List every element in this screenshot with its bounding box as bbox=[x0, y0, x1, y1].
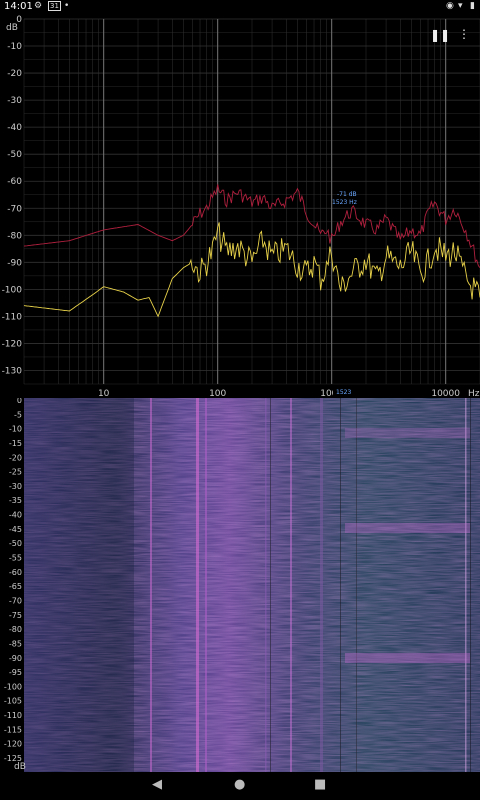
x-tick-label: 10000 bbox=[431, 389, 460, 398]
spectrogram-low-region bbox=[24, 398, 134, 772]
spectrogram-y-tick-label: -120 bbox=[4, 740, 22, 749]
back-triangle-icon[interactable]: ◀ bbox=[152, 778, 162, 792]
x-tick-label: 10 bbox=[98, 389, 110, 398]
more-vert-icon[interactable]: ⋮ bbox=[458, 27, 470, 41]
spectrogram-y-tick-label: -75 bbox=[9, 611, 22, 620]
navigation-bar: ◀ ● ■ bbox=[0, 772, 480, 800]
spectrogram-y-tick-label: -10 bbox=[9, 425, 22, 434]
spectrogram-y-tick-label: 0 bbox=[17, 398, 22, 405]
y-tick-label: -100 bbox=[2, 285, 23, 295]
spectrogram-y-tick-label: -70 bbox=[9, 596, 22, 605]
spectrogram-y-tick-label: -55 bbox=[9, 554, 22, 563]
spectrogram-streak bbox=[465, 398, 467, 772]
gear-icon: ⚙ bbox=[34, 1, 43, 11]
spectrum-background bbox=[0, 14, 480, 398]
battery-icon: ▮ bbox=[470, 1, 475, 11]
spectrogram-y-tick-label: -65 bbox=[9, 582, 22, 591]
spectrum-grid bbox=[23, 18, 480, 385]
peak-db-label: -71 dB bbox=[337, 191, 357, 198]
spectrogram-y-tick-label: -15 bbox=[9, 439, 22, 448]
spectrogram-streak bbox=[270, 398, 271, 772]
x-tick-label: 100 bbox=[209, 389, 226, 398]
spectrogram-y-tick-label: -80 bbox=[9, 625, 22, 634]
peak-hz-label: 1523 Hz bbox=[332, 199, 357, 206]
spectrogram-streak bbox=[205, 398, 207, 772]
spectrum-x-unit: Hz bbox=[468, 389, 480, 398]
y-tick-label: -80 bbox=[7, 231, 22, 241]
spectrum-y-unit: dB bbox=[6, 23, 18, 33]
pause-icon[interactable]: ❚❚ bbox=[430, 28, 450, 42]
spectrum-chart[interactable]: 0-10-20-30-40-50-60-70-80-90-100-110-120… bbox=[0, 14, 480, 398]
spectrogram-bottom-unit: dB bbox=[14, 762, 26, 772]
y-tick-label: -40 bbox=[7, 123, 22, 133]
status-time: 14:01 bbox=[4, 1, 33, 12]
spectrogram-y-tick-label: -110 bbox=[4, 711, 22, 720]
spectrogram-band bbox=[345, 523, 470, 533]
marker-freq-label: 1523 bbox=[336, 389, 351, 396]
wifi-icon: ▾ bbox=[458, 1, 463, 11]
y-tick-label: -130 bbox=[2, 366, 23, 376]
spectrogram-y-tick-label: -90 bbox=[9, 654, 22, 663]
spectrogram-y-tick-label: -60 bbox=[9, 568, 22, 577]
y-tick-label: -70 bbox=[7, 204, 22, 214]
recents-square-icon[interactable]: ■ bbox=[314, 778, 326, 792]
y-tick-label: -20 bbox=[7, 69, 22, 79]
spectrogram-view[interactable]: 0 -5 -10 -15 -20 -25 -30 -35 -40 -45 -50 -55 -60 -65 -… bbox=[0, 398, 480, 772]
spectrogram-y-tick-label: -30 bbox=[9, 482, 22, 491]
spectrogram-streak bbox=[340, 398, 341, 772]
spectrogram-band bbox=[345, 428, 470, 438]
spectrogram-y-tick-label: -95 bbox=[9, 668, 22, 677]
y-tick-label: -30 bbox=[7, 96, 22, 106]
spectrogram-band bbox=[345, 653, 470, 663]
dot-icon: • bbox=[64, 1, 70, 11]
y-tick-label: -120 bbox=[2, 339, 23, 349]
spectrogram-streak bbox=[265, 398, 267, 772]
spectrogram-streak bbox=[356, 398, 357, 772]
status-bar: 14:01 ⚙ 31 • ◉ ▾ ▮ bbox=[0, 0, 480, 14]
spectrogram-streak bbox=[150, 398, 152, 772]
spectrogram-streak bbox=[290, 398, 292, 772]
spectrogram-y-tick-label: -45 bbox=[9, 525, 22, 534]
y-tick-label: -110 bbox=[2, 312, 23, 322]
spectrogram-y-tick-label: -20 bbox=[9, 453, 22, 462]
spectrogram-y-tick-label: -85 bbox=[9, 639, 22, 648]
spectrogram-streak bbox=[470, 398, 471, 772]
spectrogram-y-tick-label: -5 bbox=[14, 410, 22, 419]
spectrogram-streak bbox=[196, 398, 199, 772]
y-tick-label: -90 bbox=[7, 258, 22, 268]
y-tick-label: -60 bbox=[7, 177, 22, 187]
home-circle-icon[interactable]: ● bbox=[234, 778, 245, 792]
spectrogram-y-tick-label: -115 bbox=[4, 725, 22, 734]
eye-icon: ◉ bbox=[446, 1, 454, 11]
spectrogram-y-tick-label: -50 bbox=[9, 539, 22, 548]
spectrogram-y-tick-label: -40 bbox=[9, 511, 22, 520]
y-tick-label: -50 bbox=[7, 150, 22, 160]
spectrogram-y-tick-label: -100 bbox=[4, 682, 22, 691]
calendar-icon: 31 bbox=[48, 1, 61, 11]
spectrogram-y-tick-label: -105 bbox=[4, 697, 22, 706]
y-tick-label: -10 bbox=[7, 42, 22, 52]
spectrogram-y-tick-label: -35 bbox=[9, 496, 22, 505]
spectrogram-y-tick-label: -25 bbox=[9, 468, 22, 477]
spectrogram-streak bbox=[320, 398, 323, 772]
